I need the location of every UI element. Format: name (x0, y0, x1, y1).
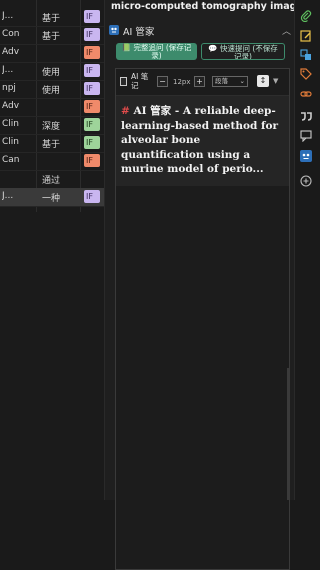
quote-icon[interactable] (300, 110, 312, 122)
comment-icon[interactable] (300, 130, 312, 142)
ai-section-title: AI 管家 (123, 27, 155, 38)
table-row[interactable]: Can IF (0, 152, 104, 171)
note-document-icon (120, 77, 127, 86)
refresh-plus-icon[interactable] (300, 175, 312, 187)
ai-section-header[interactable]: AI 管家 ︿ (109, 24, 291, 38)
impact-factor-badge: IF (84, 28, 100, 41)
font-increase-button[interactable]: + (194, 76, 205, 87)
impact-factor-badge: IF (84, 46, 100, 59)
note-heading: # AI 管家 - A reliable deep-learning-based… (121, 104, 285, 177)
ai-logo-icon (109, 25, 119, 35)
row-title: 使用 (42, 68, 61, 78)
scrollbar-thumb[interactable] (287, 368, 289, 500)
paperclip-icon[interactable] (300, 10, 312, 22)
table-row[interactable]: 通过 (0, 170, 104, 189)
tag-icon[interactable] (300, 68, 312, 80)
note-edit-icon[interactable] (300, 30, 312, 42)
row-source: Can (2, 155, 20, 165)
chevron-down-icon: ⌄ (239, 77, 245, 85)
row-source: J... (2, 191, 14, 201)
font-size-value: 12px (173, 78, 191, 86)
row-source: npj (2, 83, 16, 93)
row-title: 深度 (42, 122, 61, 132)
impact-factor-badge: IF (84, 100, 100, 113)
row-source: J... (2, 65, 14, 75)
row-source: Adv (2, 47, 20, 57)
table-row-selected[interactable]: J... 一种 IF (0, 188, 104, 207)
row-title: 基于 (42, 14, 61, 24)
table-row[interactable]: Adv IF (0, 44, 104, 63)
row-title: 使用 (42, 86, 61, 96)
style-select-value: 段落 (215, 77, 228, 85)
right-tool-strip (294, 0, 317, 500)
impact-factor-badge: IF (84, 154, 100, 167)
table-row[interactable]: Clin 基于 IF (0, 134, 104, 153)
row-source: Con (2, 29, 20, 39)
table-row[interactable]: Adv IF (0, 98, 104, 117)
impact-factor-badge: IF (84, 190, 100, 203)
table-row[interactable]: Con 基于 IF (0, 26, 104, 45)
row-source: Clin (2, 119, 19, 129)
impact-factor-badge: IF (84, 82, 100, 95)
link-icon[interactable] (300, 88, 312, 100)
ai-assistant-pane: micro-computed tomography imaging AI 管家 … (105, 0, 295, 570)
quick-question-button[interactable]: 💬 快速提问 (不保存记录) (201, 43, 285, 60)
impact-factor-badge: IF (84, 64, 100, 77)
row-title: 通过 (42, 176, 61, 186)
note-content[interactable]: # AI 管家 - A reliable deep-learning-based… (116, 96, 289, 186)
row-title: 基于 (42, 140, 61, 150)
paragraph-style-select[interactable]: 段落 ⌄ (212, 76, 248, 87)
ai-assistant-icon[interactable] (300, 150, 312, 162)
row-title: 一种 (42, 194, 61, 204)
row-source: Adv (2, 101, 20, 111)
ai-notes-panel: AI 笔记 − 12px + 段落 ⌄ ↕ ▼ # AI 管家 - A reli… (115, 68, 290, 570)
sort-button[interactable]: ↕ (257, 75, 269, 87)
row-source: J... (2, 11, 14, 21)
translate-icon[interactable] (300, 49, 312, 61)
impact-factor-badge: IF (84, 136, 100, 149)
heading-hash: # (121, 105, 130, 117)
font-decrease-button[interactable]: − (157, 76, 168, 87)
note-heading-text: AI 管家 - A reliable deep-learning-based m… (121, 105, 279, 175)
more-options-icon[interactable]: ▼ (273, 77, 278, 85)
full-followup-button[interactable]: 📗 完整追问 (保存记录) (116, 43, 197, 60)
item-list-panel: J... 基于 IF Con 基于 IF Adv IF J... 使用 IF n… (0, 0, 105, 500)
item-title: micro-computed tomography imaging (111, 1, 295, 12)
table-row[interactable]: npj 使用 IF (0, 80, 104, 99)
table-row[interactable]: J... 基于 IF (0, 8, 104, 27)
notes-toolbar: AI 笔记 − 12px + 段落 ⌄ ↕ ▼ (116, 69, 289, 96)
row-title: 基于 (42, 32, 61, 42)
table-row[interactable]: J... 使用 IF (0, 62, 104, 81)
table-row[interactable]: Clin 深度 IF (0, 116, 104, 135)
notes-title: AI 笔记 (131, 72, 149, 90)
impact-factor-badge: IF (84, 10, 100, 23)
impact-factor-badge: IF (84, 118, 100, 131)
chevron-up-icon[interactable]: ︿ (282, 24, 291, 37)
row-source: Clin (2, 137, 19, 147)
